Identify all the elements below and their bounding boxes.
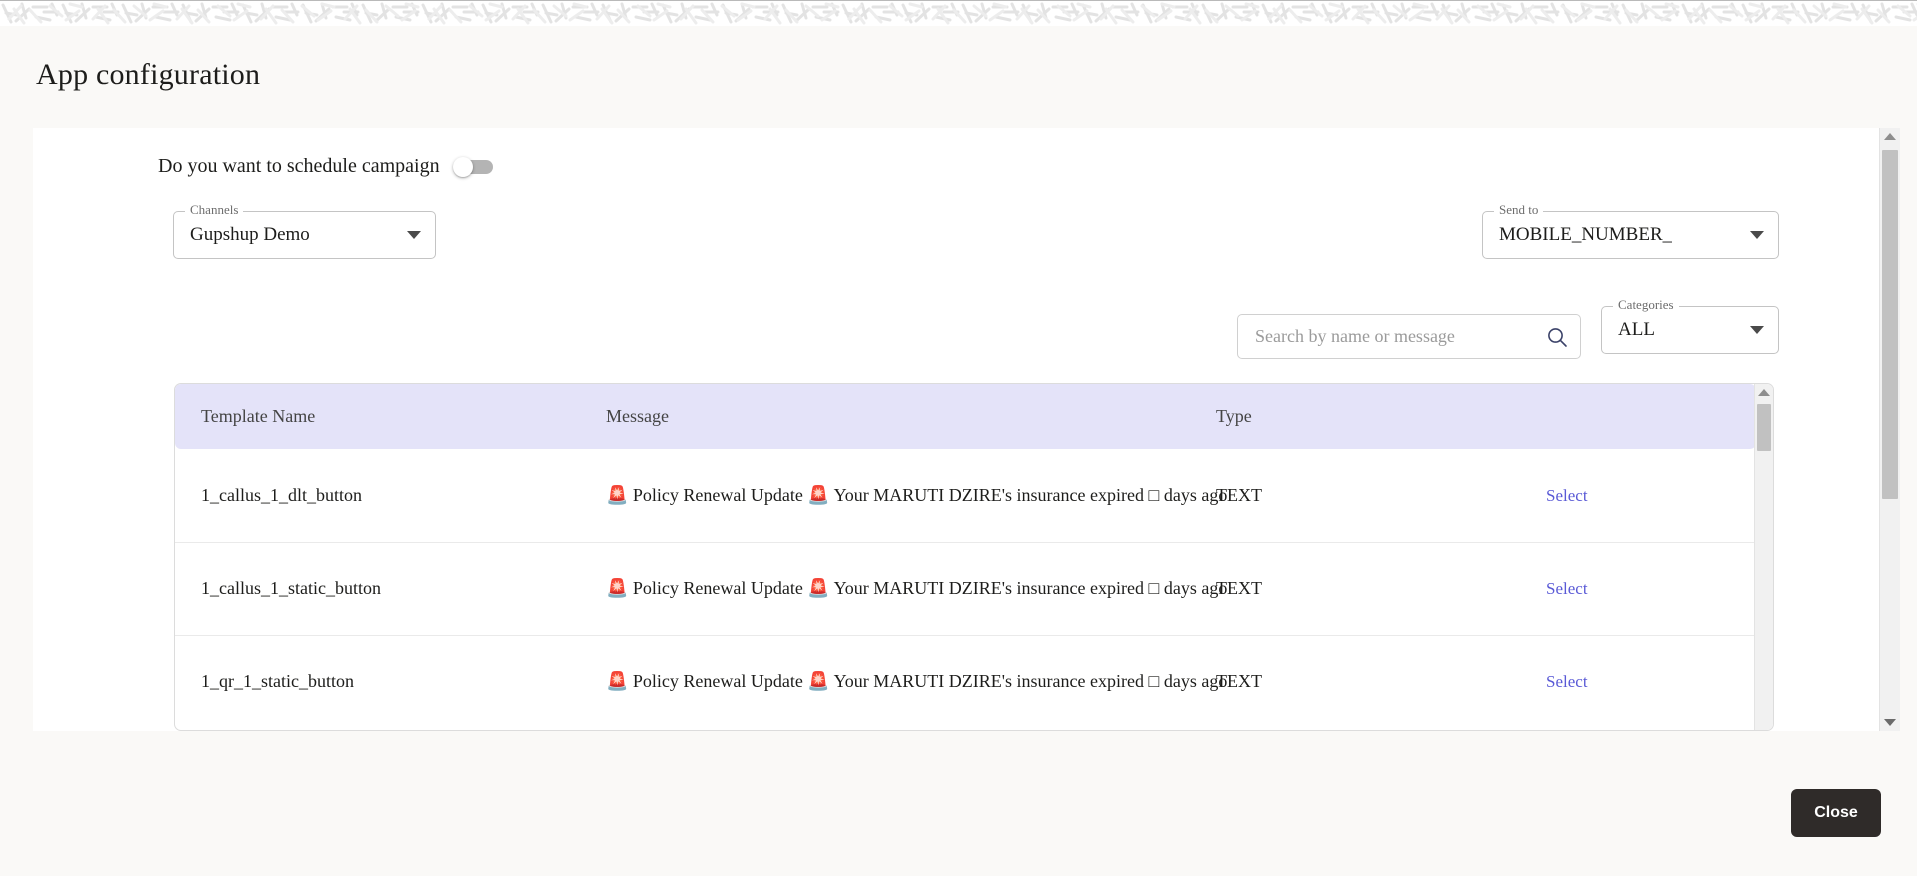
search-icon[interactable] (1534, 315, 1580, 358)
column-header-message: Message (580, 384, 1190, 449)
table-scroll-up-button[interactable] (1755, 384, 1773, 401)
cell-type: TEXT (1190, 542, 1520, 636)
cell-action: Select (1520, 542, 1754, 636)
app-configuration-card: Do you want to schedule campaign Channel… (33, 128, 1881, 731)
categories-select[interactable]: Categories ALL (1601, 298, 1779, 354)
template-table-card: Template Name Message Type 1_callus_1_dl… (174, 383, 1774, 731)
categories-label: Categories (1613, 298, 1679, 311)
categories-value: ALL (1618, 319, 1655, 340)
chevron-down-icon (1750, 231, 1764, 239)
cell-message: 🚨 Policy Renewal Update 🚨 Your MARUTI DZ… (580, 449, 1227, 543)
chevron-down-icon (1750, 326, 1764, 334)
select-template-link[interactable]: Select (1546, 579, 1588, 598)
table-row[interactable]: 1_callus_1_static_button 🚨 Policy Renewa… (175, 542, 1754, 636)
template-table-body: 1_callus_1_dlt_button 🚨 Policy Renewal U… (175, 449, 1754, 728)
triangle-up-icon (1758, 389, 1770, 396)
schedule-campaign-label: Do you want to schedule campaign (158, 155, 440, 177)
cell-type: TEXT (1190, 449, 1520, 543)
template-table: Template Name Message Type 1_callus_1_dl… (175, 384, 1754, 728)
page-scrollbar[interactable] (1879, 128, 1900, 731)
send-to-label: Send to (1494, 203, 1544, 216)
cell-template-name: 1_callus_1_dlt_button (175, 449, 580, 543)
column-header-action (1520, 384, 1754, 449)
toggle-knob (452, 156, 473, 177)
schedule-campaign-row: Do you want to schedule campaign (158, 155, 493, 178)
table-row[interactable]: 1_callus_1_dlt_button 🚨 Policy Renewal U… (175, 449, 1754, 543)
triangle-down-icon (1884, 719, 1896, 726)
search-input[interactable] (1238, 326, 1534, 347)
send-to-select[interactable]: Send to MOBILE_NUMBER_ (1482, 203, 1779, 259)
chevron-down-icon (407, 231, 421, 239)
column-header-template-name: Template Name (175, 384, 580, 449)
cell-type: TEXT (1216, 671, 1262, 692)
cell-template-name: 1_qr_1_static_button (201, 671, 354, 692)
channels-value: Gupshup Demo (190, 224, 310, 245)
cell-message: 🚨 Policy Renewal Update 🚨 Your MARUTI DZ… (606, 671, 1228, 692)
send-to-value: MOBILE_NUMBER_ (1499, 224, 1673, 245)
channels-select[interactable]: Channels Gupshup Demo (173, 203, 436, 259)
table-row[interactable]: 1_qr_1_static_button 🚨 Policy Renewal Up… (175, 635, 1754, 728)
template-table-head: Template Name Message Type (175, 384, 1754, 449)
table-scrollbar-thumb[interactable] (1757, 404, 1771, 451)
cell-action: Select (1520, 449, 1754, 543)
select-template-link[interactable]: Select (1546, 486, 1588, 505)
page-title: App configuration (36, 58, 261, 91)
page-scroll-up-button[interactable] (1880, 128, 1900, 145)
table-header-row: Template Name Message Type (175, 384, 1754, 449)
triangle-up-icon (1884, 133, 1896, 140)
cell-message: 🚨 Policy Renewal Update 🚨 Your MARUTI DZ… (580, 542, 1227, 636)
decorative-texture-band (0, 0, 1917, 26)
cell-action: Select (1520, 635, 1754, 728)
table-scrollbar[interactable] (1754, 384, 1773, 730)
column-header-type: Type (1190, 384, 1520, 449)
search-box[interactable] (1237, 314, 1581, 359)
page-scrollbar-thumb[interactable] (1882, 150, 1898, 499)
template-table-scrollport: Template Name Message Type 1_callus_1_dl… (175, 384, 1754, 730)
schedule-campaign-toggle[interactable] (452, 156, 493, 177)
page-scroll-down-button[interactable] (1880, 714, 1900, 731)
select-template-link[interactable]: Select (1546, 672, 1588, 691)
cell-template-name: 1_callus_1_static_button (175, 542, 580, 636)
close-button[interactable]: Close (1791, 789, 1881, 837)
channels-label: Channels (185, 203, 244, 216)
